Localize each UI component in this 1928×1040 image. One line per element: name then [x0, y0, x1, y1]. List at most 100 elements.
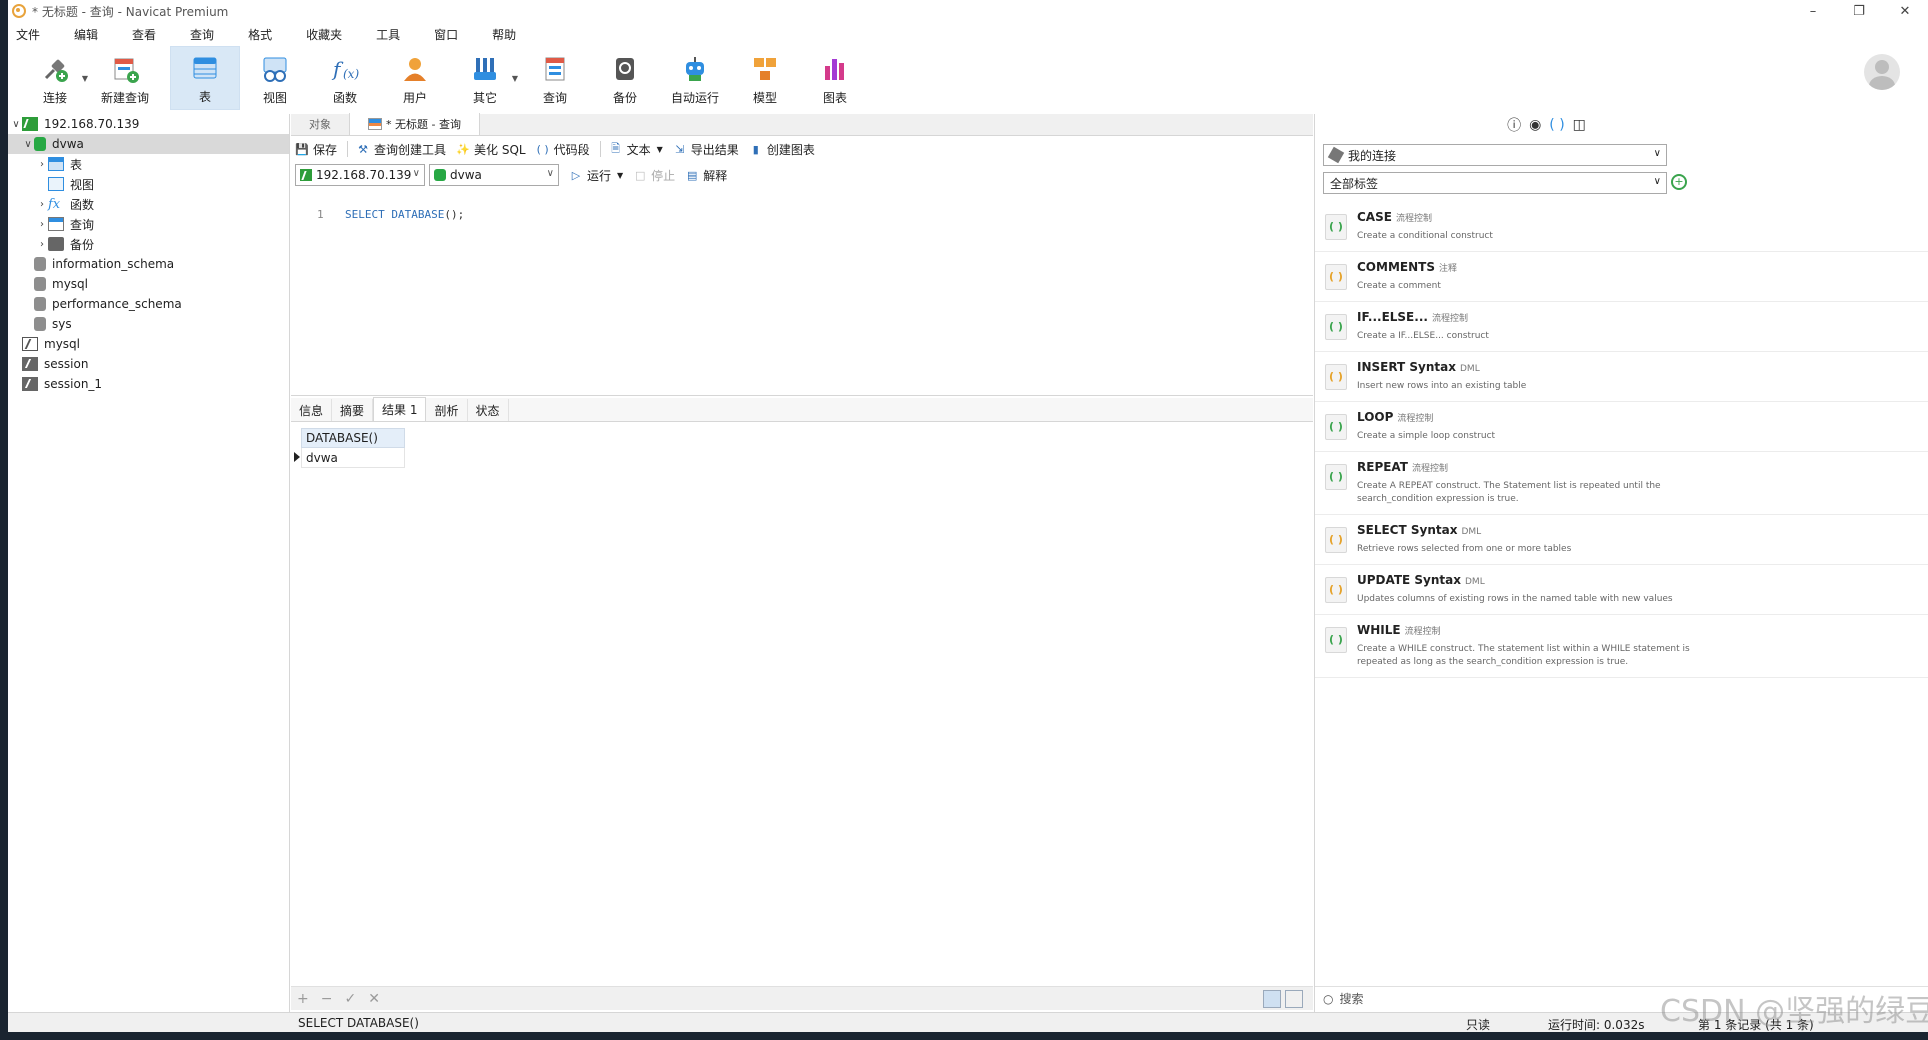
- window-title: * 无标题 - 查询 - Navicat Premium: [32, 4, 229, 19]
- tab-result-1[interactable]: 结果 1: [373, 397, 427, 421]
- avatar[interactable]: [1864, 54, 1900, 90]
- snippet-icon: ( ): [1325, 364, 1347, 390]
- form-view-icon[interactable]: [1285, 990, 1303, 1008]
- tree-item-backups[interactable]: › 备份: [8, 234, 289, 254]
- tree-db-sys[interactable]: sys: [8, 314, 289, 334]
- tree-item-tables[interactable]: › 表: [8, 154, 289, 174]
- tag-filter-select[interactable]: 全部标签 ∨: [1323, 172, 1667, 194]
- tree-db-mysql[interactable]: mysql: [8, 274, 289, 294]
- table-cell[interactable]: dvwa: [301, 448, 405, 468]
- tree-connection-session-1[interactable]: session_1: [8, 374, 289, 394]
- tree-item-queries[interactable]: › 查询: [8, 214, 289, 234]
- database-select[interactable]: dvwa ∨: [429, 164, 559, 186]
- minimize-icon[interactable]: –: [1790, 0, 1836, 22]
- chevron-down-icon[interactable]: ▼: [82, 74, 88, 83]
- menu-favorites[interactable]: 收藏夹: [304, 24, 344, 45]
- tree-db-performance-schema[interactable]: performance_schema: [8, 294, 289, 314]
- chart-button[interactable]: 图表: [800, 46, 870, 110]
- eye-icon[interactable]: ◉: [1529, 117, 1541, 133]
- query-builder-button[interactable]: ⚒ 查询创建工具: [356, 141, 446, 158]
- backup-button[interactable]: 备份: [590, 46, 660, 110]
- database-icon: [34, 137, 46, 151]
- chevron-right-icon[interactable]: ›: [36, 219, 48, 230]
- menu-help[interactable]: 帮助: [490, 24, 518, 45]
- apply-icon[interactable]: ✓: [344, 991, 356, 1007]
- chevron-down-icon[interactable]: ∨: [22, 139, 34, 150]
- list-item[interactable]: ( ) UPDATE Syntax DML Updates columns of …: [1315, 565, 1928, 615]
- automation-button[interactable]: 自动运行: [660, 46, 730, 110]
- menu-window[interactable]: 窗口: [432, 24, 460, 45]
- menu-query[interactable]: 查询: [188, 24, 216, 45]
- discard-icon[interactable]: ✕: [368, 991, 380, 1007]
- tree-db-dvwa[interactable]: ∨ dvwa: [8, 134, 289, 154]
- save-icon: 💾: [295, 142, 309, 156]
- tab-query[interactable]: * 无标题 - 查询: [349, 113, 480, 135]
- text-button[interactable]: 🗎 文本 ▼: [609, 141, 663, 158]
- menu-file[interactable]: 文件: [14, 24, 42, 45]
- menu-view[interactable]: 查看: [130, 24, 158, 45]
- tree-item-views[interactable]: 视图: [8, 174, 289, 194]
- list-item[interactable]: ( ) SELECT Syntax DML Retrieve rows selec…: [1315, 515, 1928, 565]
- chevron-down-icon[interactable]: ▼: [617, 171, 623, 180]
- user-button[interactable]: 用户: [380, 46, 450, 110]
- create-chart-button[interactable]: ▮ 创建图表: [749, 141, 815, 158]
- connection-select[interactable]: 192.168.70.139 ∨: [295, 164, 425, 186]
- list-item[interactable]: ( ) LOOP 流程控制 Create a simple loop constr…: [1315, 402, 1928, 452]
- chevron-right-icon[interactable]: ›: [36, 239, 48, 250]
- tree-connection[interactable]: ∨ 192.168.70.139: [8, 114, 289, 134]
- other-button[interactable]: 其它 ▼: [450, 46, 520, 110]
- connect-button[interactable]: 连接 ▼: [20, 46, 90, 110]
- close-icon[interactable]: ✕: [1882, 0, 1928, 22]
- column-header[interactable]: DATABASE(): [301, 428, 405, 448]
- model-icon: [749, 53, 781, 85]
- tree-connection-session[interactable]: session: [8, 354, 289, 374]
- explain-button[interactable]: ▤ 解释: [685, 167, 727, 184]
- add-row-icon[interactable]: +: [297, 991, 309, 1007]
- model-button[interactable]: 模型: [730, 46, 800, 110]
- export-icon: ⇲: [675, 142, 685, 156]
- list-item[interactable]: ( ) CASE 流程控制 Create a conditional constr…: [1315, 202, 1928, 252]
- save-button[interactable]: 💾 保存: [295, 141, 337, 158]
- query-button[interactable]: 查询: [520, 46, 590, 110]
- braces-icon[interactable]: ( ): [1549, 117, 1564, 133]
- function-button[interactable]: f (x) 函数: [310, 46, 380, 110]
- menu-edit[interactable]: 编辑: [72, 24, 100, 45]
- chevron-down-icon[interactable]: ▼: [657, 145, 663, 154]
- tab-info[interactable]: 信息: [291, 399, 333, 421]
- list-item[interactable]: ( ) WHILE 流程控制 Create a WHILE construct. …: [1315, 615, 1928, 678]
- tab-profile[interactable]: 剖析: [426, 399, 468, 421]
- add-snippet-icon[interactable]: +: [1671, 174, 1687, 190]
- tab-summary[interactable]: 摘要: [332, 399, 374, 421]
- chevron-down-icon[interactable]: ▼: [512, 74, 518, 83]
- export-results-button[interactable]: ⇲ 导出结果: [673, 141, 739, 158]
- sql-editor[interactable]: 1 SELECT DATABASE();: [291, 206, 1313, 396]
- list-item[interactable]: ( ) INSERT Syntax DML Insert new rows int…: [1315, 352, 1928, 402]
- connection-filter-select[interactable]: 我的连接 ∨: [1323, 144, 1667, 166]
- stop-button[interactable]: □ 停止: [633, 167, 675, 184]
- menu-tools[interactable]: 工具: [374, 24, 402, 45]
- info-icon[interactable]: ⓘ: [1507, 115, 1521, 135]
- menu-format[interactable]: 格式: [246, 24, 274, 45]
- run-button[interactable]: ▷ 运行 ▼: [569, 167, 623, 184]
- list-item[interactable]: ( ) IF...ELSE... 流程控制 Create a IF...ELSE.…: [1315, 302, 1928, 352]
- list-item[interactable]: ( ) COMMENTS 注释 Create a comment: [1315, 252, 1928, 302]
- table-button[interactable]: 表: [170, 46, 240, 110]
- new-query-button[interactable]: 新建查询: [90, 46, 160, 110]
- tree-connection-mysql[interactable]: mysql: [8, 334, 289, 354]
- maximize-icon[interactable]: ❐: [1836, 0, 1882, 22]
- view-button[interactable]: 视图: [240, 46, 310, 110]
- tab-status[interactable]: 状态: [468, 399, 509, 421]
- chevron-right-icon[interactable]: ›: [36, 159, 48, 170]
- list-item[interactable]: ( ) REPEAT 流程控制 Create A REPEAT construct…: [1315, 452, 1928, 515]
- beautify-sql-button[interactable]: ✨ 美化 SQL: [456, 141, 525, 158]
- tree-item-functions[interactable]: › fx 函数: [8, 194, 289, 214]
- chevron-down-icon[interactable]: ∨: [10, 119, 22, 130]
- layout-icon[interactable]: ◫: [1573, 117, 1586, 133]
- delete-row-icon[interactable]: −: [321, 991, 333, 1007]
- connection-icon: [300, 169, 312, 181]
- tree-db-information-schema[interactable]: information_schema: [8, 254, 289, 274]
- code-snippet-button[interactable]: ( ) 代码段: [536, 141, 590, 158]
- grid-view-icon[interactable]: [1263, 990, 1281, 1008]
- chevron-right-icon[interactable]: ›: [36, 199, 48, 210]
- tab-objects[interactable]: 对象: [291, 113, 349, 135]
